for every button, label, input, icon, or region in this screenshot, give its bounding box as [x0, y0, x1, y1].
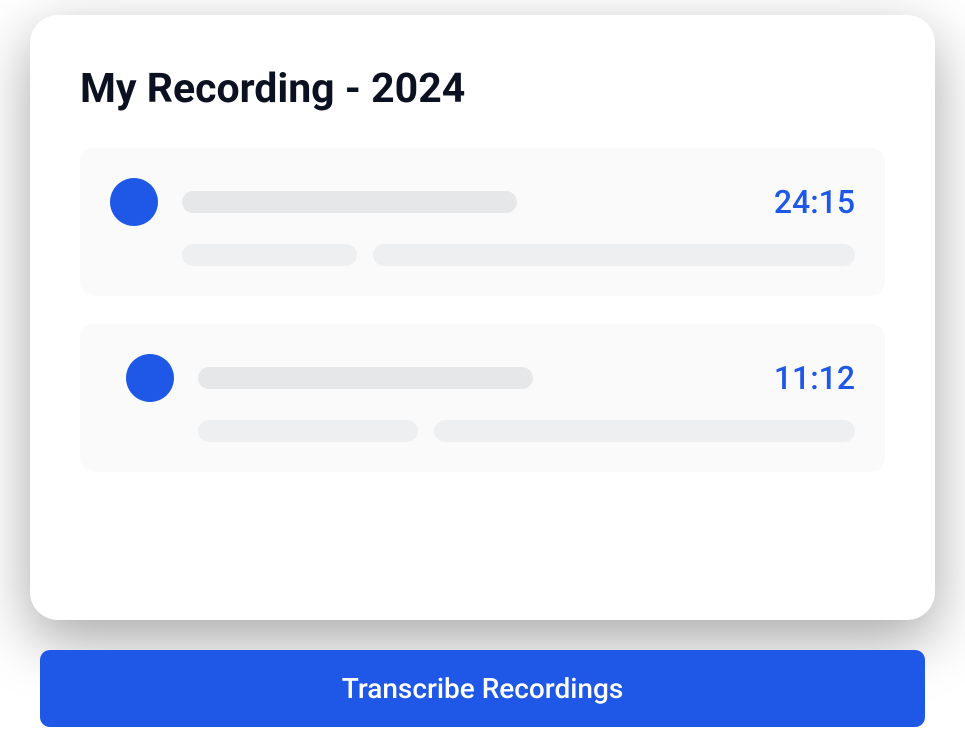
transcribe-button[interactable]: Transcribe Recordings — [40, 650, 925, 727]
skeleton-placeholder — [182, 191, 517, 213]
skeleton-placeholder — [373, 244, 855, 266]
recording-row-top: 11:12 — [110, 354, 855, 402]
recording-row-bottom — [182, 244, 855, 266]
recording-timestamp: 24:15 — [774, 183, 855, 221]
page-title: My Recording - 2024 — [80, 65, 885, 113]
avatar — [126, 354, 174, 402]
avatar — [110, 178, 158, 226]
skeleton-placeholder — [434, 420, 855, 442]
skeleton-placeholder — [198, 367, 533, 389]
skeleton-placeholder — [182, 244, 357, 266]
recording-row-bottom — [198, 420, 855, 442]
recording-item[interactable]: 24:15 — [80, 148, 885, 296]
recordings-card: My Recording - 2024 24:15 11:12 — [30, 15, 935, 620]
skeleton-placeholder — [198, 420, 418, 442]
recording-timestamp: 11:12 — [774, 359, 855, 397]
recording-item[interactable]: 11:12 — [80, 324, 885, 472]
recording-row-top: 24:15 — [110, 178, 855, 226]
